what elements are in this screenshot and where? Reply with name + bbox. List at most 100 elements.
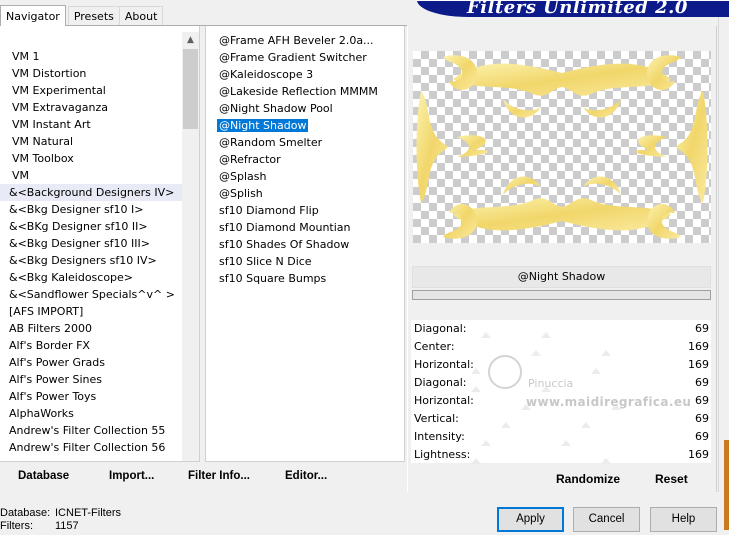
- filter-item[interactable]: @Splish: [206, 185, 404, 202]
- help-button[interactable]: Help: [650, 507, 717, 532]
- param-row[interactable]: Center: 169: [411, 338, 711, 356]
- filter-item-label: @Frame AFH Beveler 2.0a...: [219, 34, 374, 47]
- filter-progress-bar: [412, 290, 711, 300]
- category-item[interactable]: VM Extravaganza: [0, 99, 182, 116]
- filter-item[interactable]: sf10 Diamond Flip: [206, 202, 404, 219]
- tab-strip: Navigator Presets About: [0, 5, 164, 26]
- category-item[interactable]: &<Bkg Designer sf10 III>: [0, 235, 182, 252]
- param-value: 169: [688, 448, 709, 461]
- param-label: Lightness:: [414, 448, 471, 461]
- category-scrollbar[interactable]: ▲ ▼: [182, 32, 199, 461]
- category-item[interactable]: AB Filters 2000: [0, 320, 182, 337]
- param-row[interactable]: Vertical: 69: [411, 410, 711, 428]
- category-item[interactable]: AlphaWorks: [0, 405, 182, 422]
- filter-item-label: @Night Shadow Pool: [219, 102, 333, 115]
- category-item[interactable]: Alf's Border FX: [0, 337, 182, 354]
- param-value: 69: [695, 430, 709, 443]
- filter-list[interactable]: @Frame AFH Beveler 2.0a... @Frame Gradien…: [205, 26, 405, 462]
- param-row[interactable]: Lightness: 169: [411, 446, 711, 464]
- filter-item-label: @Splish: [219, 187, 263, 200]
- tab-navigator[interactable]: Navigator: [0, 5, 66, 26]
- param-slider-knob[interactable]: [471, 458, 481, 464]
- filter-item[interactable]: @Kaleidoscope 3: [206, 66, 404, 83]
- scroll-thumb[interactable]: [183, 49, 198, 129]
- category-item[interactable]: &<Bkg Kaleidoscope>: [0, 269, 182, 286]
- apply-button[interactable]: Apply: [497, 507, 564, 532]
- param-row[interactable]: Horizontal: 169: [411, 356, 711, 374]
- category-item[interactable]: [AFS IMPORT]: [0, 303, 182, 320]
- filter-item[interactable]: @Refractor: [206, 151, 404, 168]
- param-row[interactable]: Diagonal: 69: [411, 320, 711, 338]
- param-label: Horizontal:: [414, 358, 474, 371]
- param-label: Intensity:: [414, 430, 465, 443]
- category-item[interactable]: &<Sandflower Specials^v^ >: [0, 286, 182, 303]
- param-row[interactable]: Intensity: 69: [411, 428, 711, 446]
- background-window-edge: [724, 440, 729, 530]
- category-item[interactable]: Alf's Power Grads: [0, 354, 182, 371]
- category-item[interactable]: VM Distortion: [0, 65, 182, 82]
- filter-item-label: @Kaleidoscope 3: [219, 68, 314, 81]
- filter-item[interactable]: @Night Shadow Pool: [206, 100, 404, 117]
- category-item[interactable]: Andrew's Filter Collection 56: [0, 439, 182, 456]
- filter-item[interactable]: sf10 Slice N Dice: [206, 253, 404, 270]
- category-item[interactable]: Andrew's Filter Collection 55: [0, 422, 182, 439]
- category-item[interactable]: VM Natural: [0, 133, 182, 150]
- param-value: 69: [695, 376, 709, 389]
- param-value: 169: [688, 358, 709, 371]
- category-item[interactable]: &<Background Designers IV>: [0, 184, 182, 201]
- import-button[interactable]: Import...: [109, 470, 154, 482]
- category-item[interactable]: VM 1: [0, 48, 182, 65]
- status-filters-value: 1157: [55, 520, 79, 532]
- filter-item-label: @Refractor: [219, 153, 281, 166]
- param-slider-knob[interactable]: [601, 458, 611, 464]
- param-row[interactable]: Horizontal: 69: [411, 392, 711, 410]
- category-item[interactable]: VM: [0, 167, 182, 184]
- category-item[interactable]: Alf's Power Toys: [0, 388, 182, 405]
- filter-item[interactable]: @Frame AFH Beveler 2.0a...: [206, 32, 404, 49]
- randomize-button[interactable]: Randomize: [556, 472, 620, 486]
- tab-about[interactable]: About: [118, 6, 164, 26]
- filter-item-label: sf10 Diamond Flip: [219, 204, 319, 217]
- filter-item-label: sf10 Square Bumps: [219, 272, 327, 285]
- filter-item-label: @Splash: [219, 170, 267, 183]
- filter-item[interactable]: sf10 Square Bumps: [206, 270, 404, 287]
- filter-items: @Frame AFH Beveler 2.0a... @Frame Gradien…: [206, 32, 404, 287]
- filter-item[interactable]: sf10 Shades Of Shadow: [206, 236, 404, 253]
- filter-item[interactable]: @Night Shadow: [206, 117, 404, 134]
- preview-ornament: [416, 55, 708, 239]
- filter-item[interactable]: @Random Smelter: [206, 134, 404, 151]
- editor-button[interactable]: Editor...: [285, 470, 327, 482]
- filter-item[interactable]: @Frame Gradient Switcher: [206, 49, 404, 66]
- tab-presets[interactable]: Presets: [67, 6, 120, 26]
- right-edge: [718, 17, 729, 492]
- reset-button[interactable]: Reset: [655, 472, 688, 486]
- parameter-panel: Diagonal: 69 Center: 169 Horizontal: 169 Diago…: [411, 320, 711, 464]
- filter-item[interactable]: sf10 Diamond Mountian: [206, 219, 404, 236]
- filter-item-label: sf10 Slice N Dice: [219, 255, 312, 268]
- cancel-button[interactable]: Cancel: [573, 507, 640, 532]
- category-item[interactable]: VM Toolbox: [0, 150, 182, 167]
- category-item[interactable]: &<Bkg Designers sf10 IV>: [0, 252, 182, 269]
- scroll-up-arrow-icon[interactable]: ▲: [182, 32, 199, 49]
- database-button[interactable]: Database: [18, 470, 69, 482]
- status-filters-label: Filters:: [0, 520, 33, 532]
- filter-item-label: @Night Shadow: [215, 118, 310, 133]
- param-label: Diagonal:: [414, 322, 467, 335]
- category-item[interactable]: VM Experimental: [0, 82, 182, 99]
- filter-item-label: @Frame Gradient Switcher: [219, 51, 367, 64]
- category-list[interactable]: VM 1 VM Distortion VM Experimental VM Extra…: [0, 26, 200, 462]
- category-item[interactable]: Alf's Power Sines: [0, 371, 182, 388]
- param-row[interactable]: Diagonal: 69: [411, 374, 711, 392]
- category-item[interactable]: &<Bkg Designer sf10 I>: [0, 201, 182, 218]
- preview-image: [413, 51, 711, 243]
- param-label: Center:: [414, 340, 455, 353]
- app-title: Filters Unlimited 2.0: [467, 0, 688, 18]
- filter-item[interactable]: @Lakeside Reflection MMMM: [206, 83, 404, 100]
- filter-info-button[interactable]: Filter Info...: [188, 470, 250, 482]
- category-items: VM 1 VM Distortion VM Experimental VM Extra…: [0, 48, 182, 456]
- param-value: 69: [695, 412, 709, 425]
- category-item[interactable]: &<BKg Designer sf10 II>: [0, 218, 182, 235]
- status-database-value: ICNET-Filters: [55, 507, 121, 519]
- filter-item[interactable]: @Splash: [206, 168, 404, 185]
- category-item[interactable]: VM Instant Art: [0, 116, 182, 133]
